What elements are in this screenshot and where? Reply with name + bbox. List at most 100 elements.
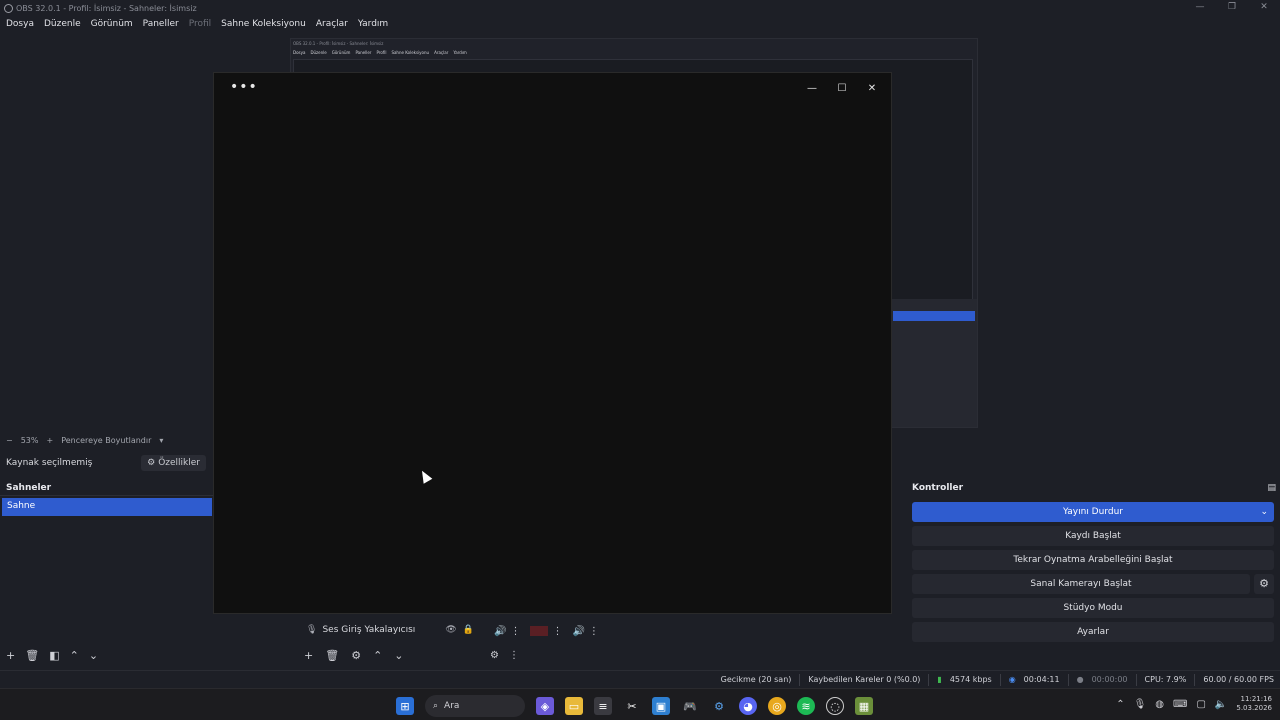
settings-button[interactable]: Ayarlar [912, 622, 1274, 642]
delete-scene-icon[interactable]: 🗑 [25, 649, 39, 662]
overlay-maximize-button[interactable]: ☐ [827, 77, 857, 101]
chevron-up-icon[interactable]: ⌃ [1116, 699, 1124, 710]
close-button[interactable]: ✕ [1248, 0, 1280, 16]
notepad-icon[interactable]: ≡ [594, 697, 612, 715]
vcam-gear-icon[interactable]: ⚙ [1254, 574, 1274, 594]
start-recording-button[interactable]: Kaydı Başlat [912, 526, 1274, 546]
widget-icon[interactable]: ◈ [536, 697, 554, 715]
delay-status: Gecikme (20 san) [720, 675, 792, 684]
nested-menu-item: Sahne Koleksiyonu [391, 50, 430, 55]
source-up-icon[interactable]: ⌃ [373, 649, 382, 662]
volume-icon[interactable]: 🔊 [494, 626, 506, 637]
audio-mixer: 🔊 ⋮ ⋮ 🔊 ⋮ [490, 620, 700, 642]
overlay-window[interactable]: ••• — ☐ ✕ [213, 72, 892, 614]
menu-araclar[interactable]: Araçlar [316, 19, 348, 29]
status-bar: Gecikme (20 san) Kaybedilen Kareler 0 (%… [0, 670, 1280, 688]
filter-icon[interactable]: ◧ [49, 649, 59, 662]
restore-button[interactable]: ❐ [1216, 0, 1248, 16]
fit-to-window-button[interactable]: Pencereye Boyutlandır [61, 436, 151, 445]
file-explorer-icon[interactable]: ▭ [565, 697, 583, 715]
microphone-icon[interactable]: 🎙 [1134, 699, 1147, 710]
menu-paneller[interactable]: Paneller [143, 19, 179, 29]
overlay-minimize-button[interactable]: — [797, 77, 827, 101]
display-icon[interactable]: ▢ [1196, 699, 1205, 710]
scenes-header: Sahneler [0, 480, 214, 496]
chrome-icon[interactable]: ◎ [768, 697, 786, 715]
source-settings-gear-icon[interactable]: ⚙ [351, 649, 361, 662]
zoom-out-button[interactable]: − [6, 436, 13, 445]
window-controls: — ❐ ✕ [1184, 0, 1280, 16]
more-options-icon[interactable]: ••• [230, 79, 258, 95]
chevron-down-icon[interactable]: ▾ [159, 436, 163, 445]
more-icon[interactable]: ⋮ [552, 626, 562, 637]
game-controller-icon[interactable]: 🎮 [681, 697, 699, 715]
scene-item-sahne[interactable]: Sahne [2, 498, 212, 516]
source-item[interactable]: 🎙 Ses Giriş Yakalayıcısı 👁 🔒 [300, 620, 480, 640]
windows-start-icon[interactable]: ⊞ [396, 697, 414, 715]
stop-stream-button[interactable]: Yayını Durdur ⌄ [912, 502, 1274, 522]
store-icon[interactable]: ▣ [652, 697, 670, 715]
title-bar: OBS 32.0.1 - Profil: İsimsiz - Sahneler:… [0, 0, 1280, 16]
fps-status: 60.00 / 60.00 FPS [1203, 675, 1274, 684]
more-icon[interactable]: ⋮ [589, 626, 599, 637]
bitrate-status: 4574 kbps [949, 675, 992, 684]
discord-icon[interactable]: ◕ [739, 697, 757, 715]
search-icon: ⌕ [433, 701, 439, 711]
clock-time: 11:21:16 [1240, 695, 1272, 703]
spotify-icon[interactable]: ≋ [797, 697, 815, 715]
studio-mode-button[interactable]: Stüdyo Modu [912, 598, 1274, 618]
volume-icon[interactable]: 🔊 [572, 626, 584, 637]
menu-gorunum[interactable]: Görünüm [91, 19, 133, 29]
taskbar-search[interactable]: ⌕ Ara [425, 695, 525, 717]
delete-source-icon[interactable]: 🗑 [325, 649, 339, 662]
menu-yardim[interactable]: Yardım [358, 19, 388, 29]
menu-sahne-koleksiyonu[interactable]: Sahne Koleksiyonu [221, 19, 306, 29]
move-down-icon[interactable]: ⌄ [89, 649, 98, 662]
zoom-in-button[interactable]: + [46, 436, 53, 445]
record-icon: ● [1076, 675, 1084, 684]
more-icon[interactable]: ⋮ [510, 626, 520, 637]
taskbar-apps: ⊞ ⌕ Ara ◈ ▭ ≡ ✂ ▣ 🎮 ⚙ ◕ ◎ ≋ ◌ ▦ [396, 695, 873, 717]
eye-icon[interactable]: 👁 [445, 625, 456, 635]
snipping-tool-icon[interactable]: ✂ [623, 697, 641, 715]
nested-menu-item: Yardım [453, 50, 467, 55]
minecraft-icon[interactable]: ▦ [855, 697, 873, 715]
minimize-button[interactable]: — [1184, 0, 1216, 16]
overlay-window-controls: — ☐ ✕ [797, 77, 887, 101]
add-source-icon[interactable]: + [304, 649, 313, 662]
source-name: Ses Giriş Yakalayıcısı [322, 625, 416, 635]
add-scene-icon[interactable]: + [6, 649, 15, 662]
nested-menu-item: Araçlar [434, 50, 449, 55]
nested-menu-item: Düzenle [310, 50, 327, 55]
zoom-bar: − 53% + Pencereye Boyutlandır ▾ [0, 432, 212, 448]
scenes-toolbar: + 🗑 ◧ ⌃ ⌄ [0, 646, 214, 664]
mixer-channel: 🔊 ⋮ [494, 626, 520, 637]
source-context-bar: Kaynak seçilmemiş ⚙ Özellikler [0, 452, 212, 474]
start-replay-button[interactable]: Tekrar Oynatma Arabelleğini Başlat [912, 550, 1274, 570]
menu-duzenle[interactable]: Düzenle [44, 19, 81, 29]
overlay-close-button[interactable]: ✕ [857, 77, 887, 101]
obs-taskbar-icon[interactable]: ◌ [826, 697, 844, 715]
mixer-more-icon[interactable]: ⋮ [509, 650, 519, 661]
properties-button[interactable]: ⚙ Özellikler [141, 455, 206, 471]
keyboard-icon[interactable]: ⌨ [1173, 699, 1187, 710]
nested-menu-item: Görünüm [331, 50, 351, 55]
nested-title: OBS 32.0.1 - Profil: İsimsiz - Sahneler:… [293, 41, 384, 46]
move-up-icon[interactable]: ⌃ [70, 649, 79, 662]
start-vcam-button[interactable]: Sanal Kamerayı Başlat [912, 574, 1250, 594]
menu-dosya[interactable]: Dosya [6, 19, 34, 29]
chevron-down-icon[interactable]: ⌄ [1260, 502, 1268, 522]
clock-date: 5.03.2026 [1236, 704, 1272, 712]
menu-profil[interactable]: Profil [189, 19, 211, 29]
speaker-icon[interactable]: 🔈 [1215, 699, 1227, 710]
steam-icon[interactable]: ⚙ [710, 697, 728, 715]
no-source-label: Kaynak seçilmemiş [6, 458, 93, 468]
source-down-icon[interactable]: ⌄ [394, 649, 403, 662]
lock-icon[interactable]: 🔒 [463, 625, 474, 635]
mixer-channel: ⋮ [530, 625, 562, 637]
advanced-audio-icon[interactable]: ⚙ [490, 650, 499, 661]
clock[interactable]: 11:21:16 5.03.2026 [1236, 695, 1272, 713]
network-icon[interactable]: ◍ [1155, 699, 1164, 710]
separator [799, 673, 801, 686]
dock-menu-icon[interactable]: ▤ [1267, 483, 1276, 493]
